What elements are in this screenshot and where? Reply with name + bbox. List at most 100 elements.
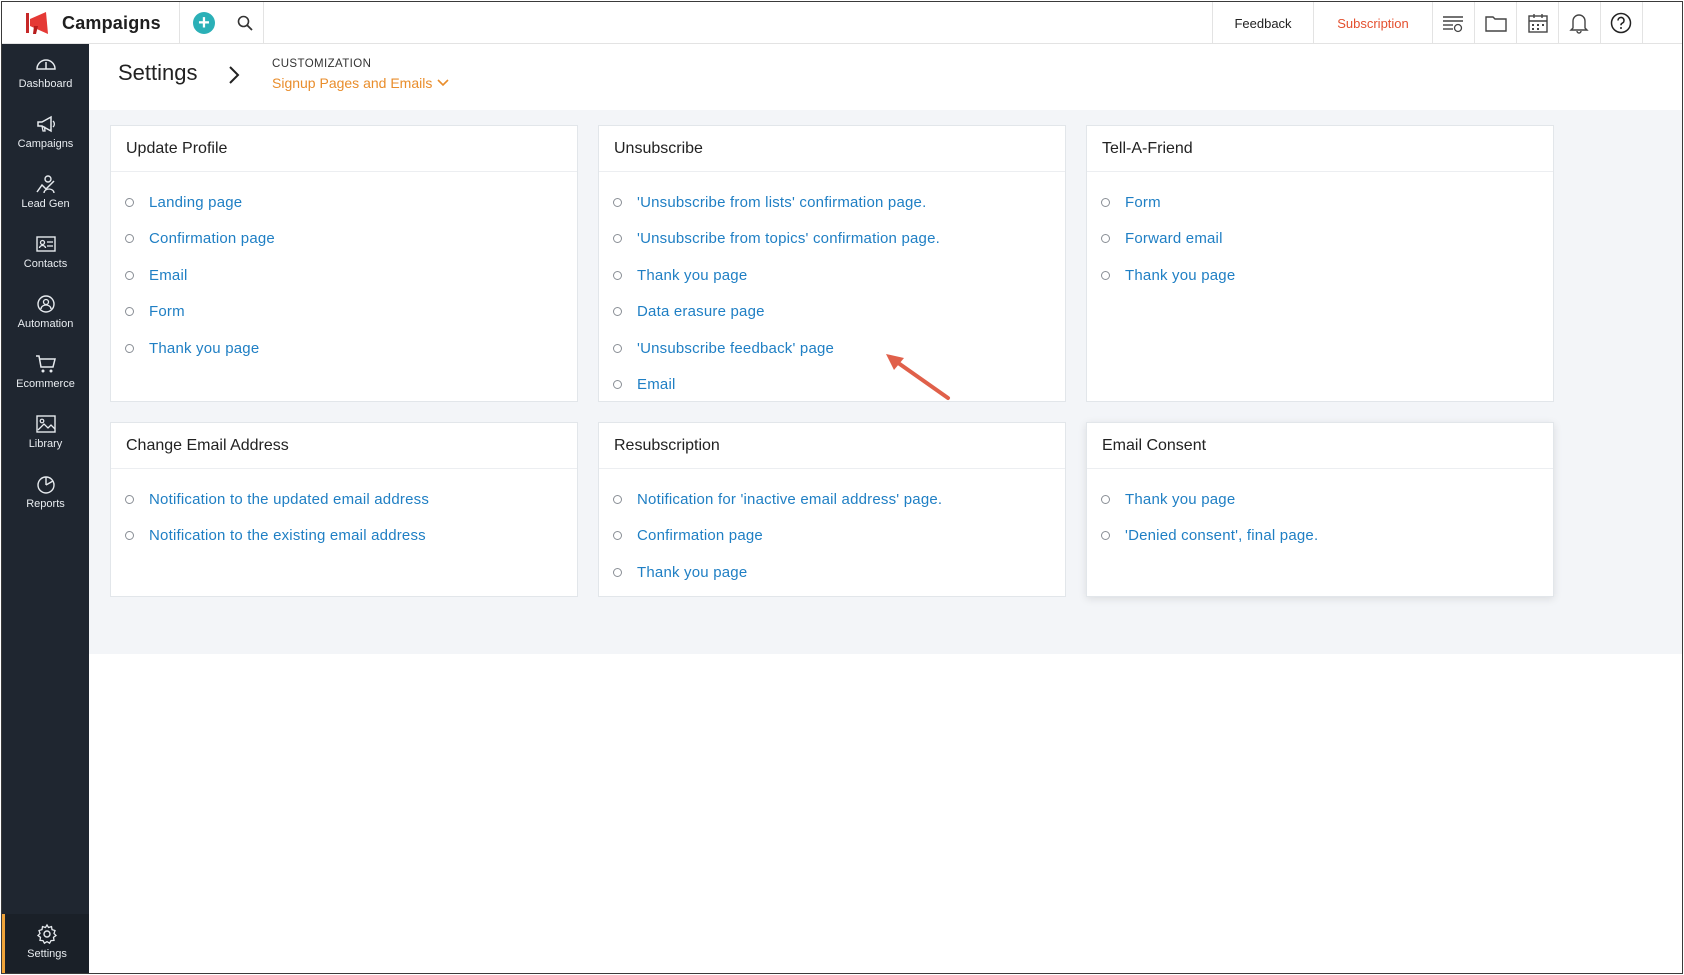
brand[interactable]: Campaigns [24,9,161,37]
sidebar-item-label: Library [28,438,63,450]
search-icon[interactable] [236,14,254,32]
calendar-icon[interactable] [1526,11,1550,35]
divider [1642,2,1643,44]
data-erasure-page-link[interactable]: Data erasure page [637,303,765,320]
campaigns-logo-icon [26,12,48,34]
sidebar-item-label: Reports [26,498,65,510]
breadcrumb-dropdown[interactable]: Signup Pages and Emails [272,75,450,91]
list-icon[interactable] [1441,11,1465,35]
bullet-icon [613,197,622,207]
contact-card-icon [35,236,56,252]
thank-you-page-link[interactable]: Thank you page [149,340,259,357]
bullet-icon [125,307,134,317]
card-email-consent: Email Consent Thank you page 'Denied con… [1086,422,1554,597]
link-list: Thank you page 'Denied consent', final p… [1087,469,1553,558]
sidebar-item-library[interactable]: Library [2,404,89,460]
bullet-icon [125,234,134,244]
sidebar-item-dashboard[interactable]: Dashboard [2,44,89,100]
divider [1516,2,1517,44]
bullet-icon [613,270,622,280]
bullet-icon [1101,234,1110,244]
bullet-icon [613,567,622,577]
add-new-icon[interactable]: + [193,12,215,34]
list-item: Thank you page [1101,485,1553,522]
bullet-icon [125,343,134,353]
lead-gen-icon [35,175,55,194]
sidebar-item-contacts[interactable]: Contacts [2,224,89,280]
list-item: Confirmation page [125,225,577,262]
thank-you-page-link[interactable]: Thank you page [637,267,747,284]
sidebar-item-label: Campaigns [17,138,74,150]
thank-you-page-link[interactable]: Thank you page [1125,491,1235,508]
list-item: Landing page [125,188,577,225]
bullet-icon [1101,270,1110,280]
feedback-link[interactable]: Feedback [1213,2,1313,44]
sidebar-item-ecommerce[interactable]: Ecommerce [2,344,89,400]
sidebar-item-label: Contacts [23,258,68,270]
notify-existing-email-link[interactable]: Notification to the existing email addre… [149,527,426,544]
thank-you-page-link[interactable]: Thank you page [637,564,747,581]
image-library-icon [35,415,56,433]
sidebar-item-label: Lead Gen [21,198,70,210]
breadcrumb-section: CUSTOMIZATION [272,58,372,70]
link-list: Landing page Confirmation page Email For… [111,172,577,371]
sidebar-item-automation[interactable]: Automation [2,284,89,340]
bullet-icon [125,197,134,207]
chevron-right-icon [229,66,240,84]
email-link[interactable]: Email [149,267,188,284]
list-item: Email [125,261,577,298]
bullet-icon [613,494,622,504]
form-link[interactable]: Form [149,303,185,320]
settings-content: Update Profile Landing page Confirmation… [89,110,1682,654]
link-list: Notification for 'inactive email address… [599,469,1065,595]
page-header: Settings CUSTOMIZATION Signup Pages and … [89,44,1682,110]
card-title: Tell-A-Friend [1087,126,1553,172]
subscription-link[interactable]: Subscription [1314,2,1432,44]
sidebar-item-settings[interactable]: Settings [2,914,89,973]
card-unsubscribe: Unsubscribe 'Unsubscribe from lists' con… [598,125,1066,402]
list-item: Thank you page [125,334,577,371]
sidebar: Dashboard Campaigns Lead Gen Contacts Au… [2,44,89,973]
app-window: Campaigns + Feedback Subscription Dashbo… [1,1,1683,974]
folder-icon[interactable] [1484,11,1508,35]
pie-chart-icon [36,476,55,494]
unsubscribe-topics-confirmation-link[interactable]: 'Unsubscribe from topics' confirmation p… [637,230,940,247]
card-change-email-address: Change Email Address Notification to the… [110,422,578,597]
unsubscribe-feedback-page-link[interactable]: 'Unsubscribe feedback' page [637,340,834,357]
bullet-icon [1101,531,1110,541]
bullet-icon [613,234,622,244]
list-item: Notification to the existing email addre… [125,522,577,559]
notify-updated-email-link[interactable]: Notification to the updated email addres… [149,491,429,508]
card-title: Update Profile [111,126,577,172]
denied-consent-final-page-link[interactable]: 'Denied consent', final page. [1125,527,1318,544]
card-resubscription: Resubscription Notification for 'inactiv… [598,422,1066,597]
sidebar-item-campaigns[interactable]: Campaigns [2,104,89,160]
sidebar-item-label: Automation [17,318,74,330]
bell-icon[interactable] [1567,11,1591,35]
page-title: Settings [118,60,198,85]
confirmation-page-link[interactable]: Confirmation page [637,527,763,544]
unsubscribe-lists-confirmation-link[interactable]: 'Unsubscribe from lists' confirmation pa… [637,194,926,211]
form-link[interactable]: Form [1125,194,1161,211]
confirmation-page-link[interactable]: Confirmation page [149,230,275,247]
sidebar-item-lead-gen[interactable]: Lead Gen [2,164,89,220]
email-link[interactable]: Email [637,376,676,393]
thank-you-page-link[interactable]: Thank you page [1125,267,1235,284]
bullet-icon [613,343,622,353]
forward-email-link[interactable]: Forward email [1125,230,1223,247]
app-name: Campaigns [62,12,161,33]
megaphone-icon [36,115,55,133]
divider [1432,2,1433,44]
list-item: Form [1101,188,1553,225]
list-item: Form [125,298,577,335]
sidebar-item-reports[interactable]: Reports [2,464,89,520]
bullet-icon [1101,197,1110,207]
list-item: 'Unsubscribe from lists' confirmation pa… [613,188,1065,225]
landing-page-link[interactable]: Landing page [149,194,242,211]
help-icon[interactable] [1609,11,1633,35]
divider [1474,2,1475,44]
list-item: Thank you page [613,558,1065,595]
list-item: Thank you page [613,261,1065,298]
bullet-icon [613,531,622,541]
inactive-email-notification-link[interactable]: Notification for 'inactive email address… [637,491,942,508]
